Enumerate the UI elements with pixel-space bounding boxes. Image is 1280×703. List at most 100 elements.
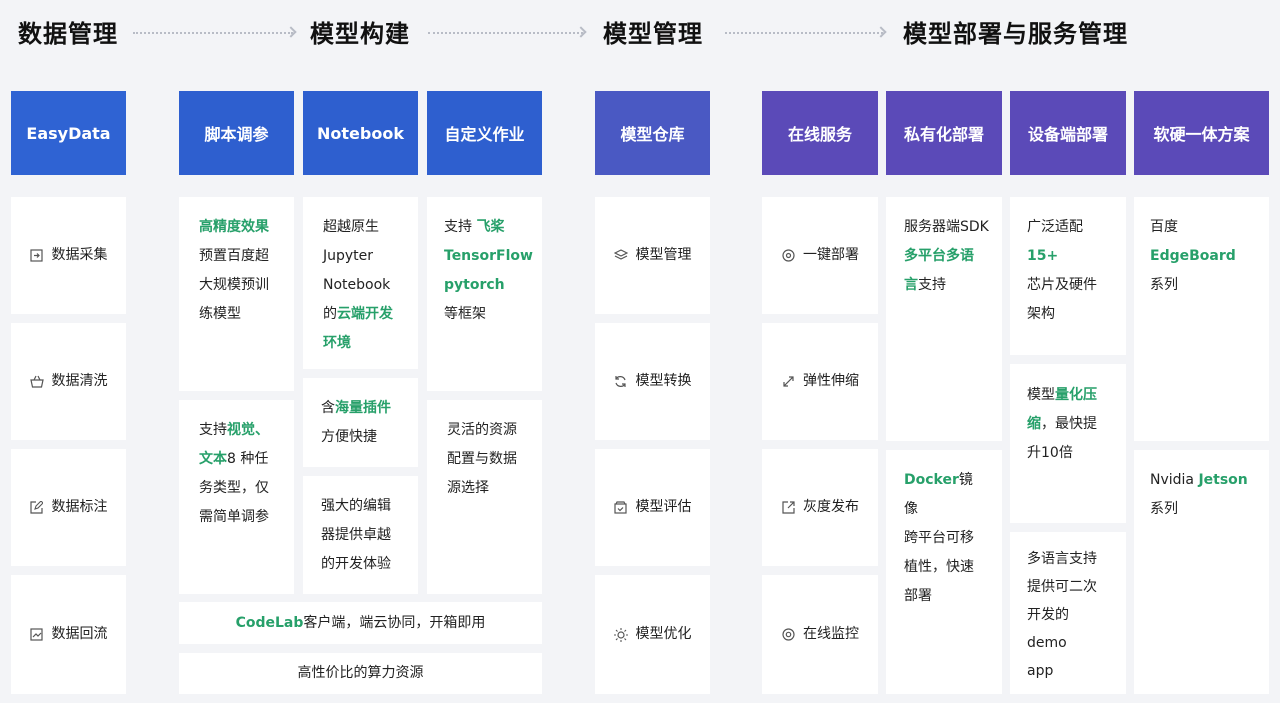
card-line: Notebook (323, 277, 391, 293)
import-icon (30, 249, 44, 263)
model-item-optimize[interactable]: 模型优化 (595, 575, 710, 694)
stage-title-data: 数据管理 (18, 20, 118, 48)
card-line: 需简单调参 (199, 509, 269, 525)
card-line: 多语言支持 (1027, 551, 1097, 567)
data-item-clean[interactable]: 数据清洗 (11, 323, 126, 440)
card-line: 预置百度超 (199, 248, 269, 264)
highlight-text: 缩 (1027, 416, 1041, 432)
service-item-label: 弹性伸缩 (803, 373, 859, 389)
model-item-label: 模型转换 (635, 373, 692, 389)
highlight-text: TensorFlow (444, 248, 533, 264)
notebook-card-cloud: 超越原生 Jupyter Notebook 的云端开发 环境 (303, 197, 418, 369)
card-line: 系列 (1150, 501, 1178, 517)
service-item-label: 在线监控 (803, 626, 859, 642)
card-line: 芯片及硬件 (1027, 277, 1097, 293)
device-card-chips: 广泛适配 15+ 芯片及硬件 架构 (1010, 197, 1126, 355)
card-line: 开发的demo (1027, 607, 1069, 651)
data-item-label: 数据清洗 (51, 373, 108, 389)
card-text: 模型 (1027, 387, 1055, 403)
basket-icon (29, 375, 44, 389)
compute-row: 高性价比的算力资源 (179, 653, 542, 694)
hw-card-edgeboard: 百度 EdgeBoard 系列 (1134, 197, 1269, 441)
header-easydata[interactable]: EasyData (11, 91, 126, 175)
card-line: 提供可二次 (1027, 579, 1097, 595)
card-line: 灵活的资源 (447, 422, 517, 438)
model-item-evaluate[interactable]: 模型评估 (595, 449, 710, 566)
card-text: 客户端，端云协同，开箱即用 (303, 614, 486, 631)
data-item-collect[interactable]: 数据采集 (11, 197, 126, 314)
data-item-backflow[interactable]: 数据回流 (11, 575, 126, 694)
service-item-monitor[interactable]: 在线监控 (762, 575, 878, 694)
service-item-canary[interactable]: 灰度发布 (762, 449, 878, 566)
edit-icon (30, 501, 44, 515)
highlight-text: 量化压 (1055, 387, 1097, 403)
service-item-scale[interactable]: 弹性伸缩 (762, 323, 878, 440)
device-card-demo: 多语言支持 提供可二次 开发的demo app (1010, 532, 1126, 694)
card-line: 等框架 (444, 306, 486, 322)
layers-icon (613, 249, 628, 263)
highlight-text: 高精度效果 (199, 219, 269, 235)
highlight-text: 言 (904, 277, 918, 293)
hw-card-jetson: Nvidia Jetson 系列 (1134, 450, 1269, 694)
header-notebook[interactable]: Notebook (303, 91, 418, 175)
card-line: 务类型，仅 (199, 480, 269, 496)
model-item-label: 模型优化 (635, 626, 692, 642)
notebook-card-editor: 强大的编辑 器提供卓越 的开发体验 (303, 476, 418, 594)
external-link-icon (781, 501, 795, 515)
header-hw-solution[interactable]: 软硬一体方案 (1134, 91, 1269, 175)
card-line: 部署 (904, 588, 932, 604)
service-item-label: 灰度发布 (803, 499, 859, 515)
model-item-convert[interactable]: 模型转换 (595, 323, 710, 440)
card-text: 百度 (1150, 219, 1178, 235)
card-text: 支持 (199, 422, 227, 438)
highlight-text: 文本 (199, 451, 227, 467)
flow-arrow (725, 32, 883, 34)
card-line: 系列 (1150, 277, 1178, 293)
highlight-text: 云端开发 (337, 306, 393, 322)
highlight-text: 多平台多语 (904, 248, 974, 264)
card-line: 超越原生 (323, 219, 379, 235)
box-check-icon (614, 501, 628, 515)
highlight-text: 视觉、 (227, 422, 269, 438)
data-item-annotate[interactable]: 数据标注 (11, 449, 126, 566)
highlight-text: Docker (904, 472, 959, 488)
header-model-repo[interactable]: 模型仓库 (595, 91, 710, 175)
notebook-card-plugins: 含海量插件 方便快捷 (303, 378, 418, 467)
data-item-label: 数据回流 (51, 626, 108, 642)
trend-icon (30, 628, 44, 642)
stage-title-build: 模型构建 (310, 20, 410, 48)
card-text: 的 (323, 306, 337, 322)
card-line: 架构 (1027, 306, 1055, 322)
card-text: 8 种任 (227, 451, 269, 467)
expand-icon (781, 375, 795, 389)
header-custom-job[interactable]: 自定义作业 (427, 91, 542, 175)
card-line: 的开发体验 (321, 556, 391, 572)
model-item-manage[interactable]: 模型管理 (595, 197, 710, 314)
data-item-label: 数据采集 (51, 247, 108, 263)
device-card-quant: 模型量化压 缩，最快提 升10倍 (1010, 364, 1126, 523)
model-item-label: 模型评估 (635, 499, 692, 515)
script-card-tasks: 支持视觉、 文本8 种任 务类型，仅 需简单调参 (179, 400, 294, 594)
card-line: 强大的编辑 (321, 498, 391, 514)
card-line: 器提供卓越 (321, 527, 391, 543)
header-script[interactable]: 脚本调参 (179, 91, 294, 175)
header-online-service[interactable]: 在线服务 (762, 91, 878, 175)
flow-arrow (428, 32, 583, 34)
header-private-deploy[interactable]: 私有化部署 (886, 91, 1002, 175)
highlight-text: pytorch (444, 277, 505, 293)
card-line: 方便快捷 (321, 429, 377, 445)
card-line: 大规模预训 (199, 277, 269, 293)
service-item-label: 一键部署 (803, 247, 859, 263)
codelab-row: CodeLab 客户端，端云协同，开箱即用 (179, 602, 542, 644)
custom-card-frameworks: 支持 飞桨 TensorFlow pytorch 等框架 (427, 197, 542, 391)
card-line: 源选择 (447, 480, 489, 496)
header-device-deploy[interactable]: 设备端部署 (1010, 91, 1126, 175)
highlight-text: 飞桨 (476, 219, 505, 235)
card-line: 配置与数据 (447, 451, 517, 467)
at-icon (781, 249, 795, 263)
card-line: 升10倍 (1027, 445, 1073, 461)
service-item-deploy[interactable]: 一键部署 (762, 197, 878, 314)
card-line: 植性，快速 (904, 559, 974, 575)
card-text: Nvidia (1150, 472, 1199, 488)
card-text: 含 (321, 400, 335, 416)
